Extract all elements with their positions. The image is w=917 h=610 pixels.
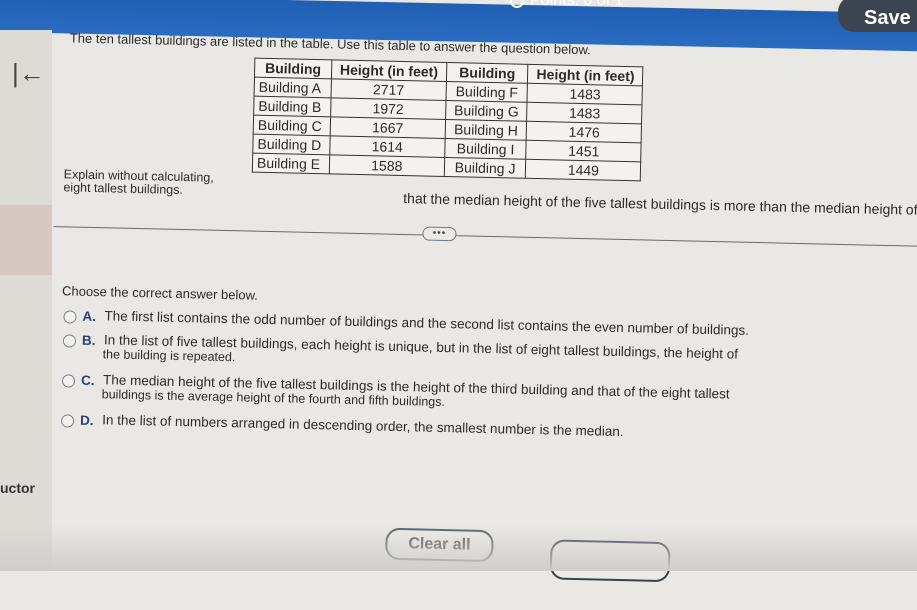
option-letter: A. (82, 308, 97, 325)
cell: 2717 (330, 78, 447, 101)
cell: 1483 (526, 102, 643, 124)
cell: Building D (252, 134, 330, 155)
cell: 1451 (526, 140, 642, 162)
rail-accent (0, 205, 52, 275)
cell: Building H (444, 119, 527, 141)
option-letter: D. (79, 412, 94, 429)
answer-prompt: Choose the correct answer below. (61, 283, 259, 303)
option-text: In the list of numbers arranged in desce… (102, 412, 624, 440)
progress-circle-icon (510, 0, 524, 8)
section-divider (53, 226, 917, 248)
cell: Building G (445, 100, 528, 122)
points-indicator: Points: 0 of 1 (510, 0, 623, 10)
col-header: Height (in feet) (527, 64, 644, 86)
buildings-table: Building Height (in feet) Building Heigh… (251, 57, 644, 182)
cell: Building E (252, 153, 330, 174)
radio-button[interactable] (61, 374, 76, 388)
col-header: Height (in feet) (331, 59, 447, 82)
option-text: In the list of five tallest buildings, e… (102, 332, 738, 375)
col-header: Building (446, 62, 529, 84)
cell: 1449 (525, 159, 642, 181)
option-letter: C. (80, 372, 95, 389)
option-letter: B. (81, 332, 96, 349)
answer-option-d[interactable]: D. In the list of numbers arranged in de… (60, 412, 624, 440)
ask-instructor-link[interactable]: uctor (0, 480, 35, 496)
col-header: Building (254, 58, 332, 79)
radio-button[interactable] (60, 414, 75, 428)
cell: Building B (253, 96, 331, 117)
explain-instruction: Explain without calculating, eight talle… (63, 167, 214, 198)
more-options-button[interactable]: ••• (422, 226, 457, 242)
option-line-1: The first list contains the odd number o… (104, 308, 750, 338)
cell: Building I (444, 138, 527, 160)
cell: Building F (445, 81, 528, 103)
answer-option-b[interactable]: B. In the list of five tallest buildings… (62, 332, 738, 375)
points-label: Points: 0 of 1 (530, 0, 624, 9)
answer-option-c[interactable]: C. The median height of the five tallest… (61, 372, 730, 415)
cell: 1614 (329, 135, 445, 158)
radio-button[interactable] (63, 310, 77, 324)
cell: 1588 (329, 154, 445, 177)
explain-continuation: that the median height of the five talle… (403, 190, 917, 219)
cell: 1476 (526, 121, 642, 143)
option-line-1: In the list of numbers arranged in desce… (102, 412, 624, 440)
cell: Building C (253, 115, 331, 136)
cell: 1667 (329, 116, 446, 139)
option-text: The median height of the five tallest bu… (102, 372, 730, 415)
bottom-shade (0, 525, 917, 571)
cell: Building A (254, 77, 332, 98)
back-to-start-arrow-icon[interactable]: |← (12, 60, 45, 86)
explain-line-2: eight tallest buildings. (63, 180, 184, 198)
cell: 1972 (330, 97, 446, 120)
cell: Building J (444, 157, 527, 179)
save-button[interactable]: Save (838, 0, 917, 32)
question-area: The ten tallest buildings are listed in … (39, 30, 917, 610)
cell: 1483 (527, 83, 643, 105)
radio-button[interactable] (62, 334, 77, 348)
